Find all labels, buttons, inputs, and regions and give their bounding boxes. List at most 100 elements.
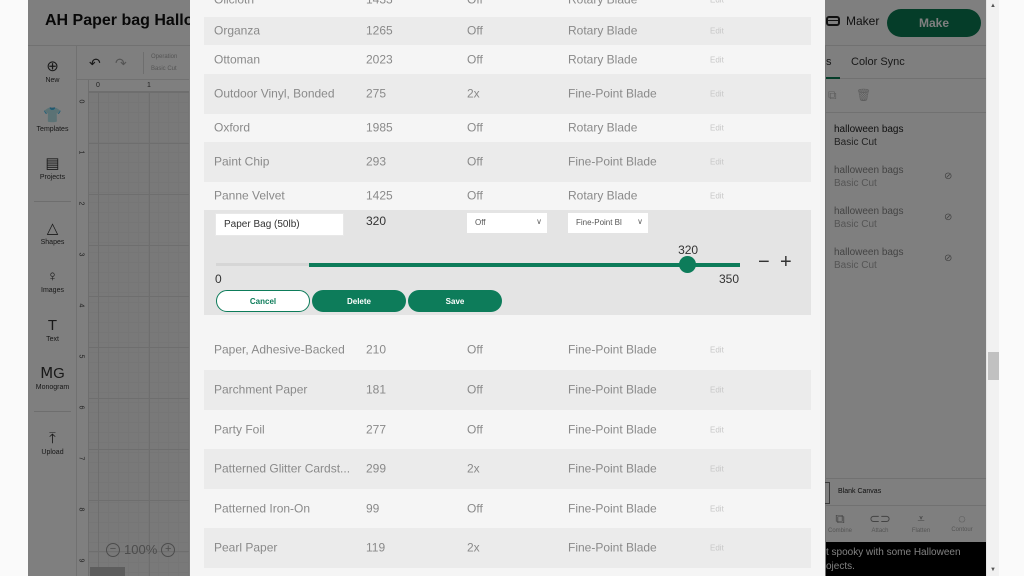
- material-name: Party Foil: [214, 422, 265, 436]
- material-name: Patterned Iron-On: [214, 501, 311, 515]
- material-blade: Fine-Point Blade: [568, 501, 657, 515]
- material-row: Oilcloth 1433 Off Rotary Blade Edit: [204, 0, 811, 10]
- scroll-down-arrow-icon[interactable]: ▼: [990, 567, 996, 573]
- material-pressure: 277: [366, 422, 387, 436]
- material-row: Paint Chip 293 Off Fine-Point Blade Edit: [204, 142, 811, 182]
- material-pressure: 1265: [366, 23, 393, 38]
- chevron-down-icon: ∨: [637, 217, 643, 226]
- material-row: Pearl Paper 119 2x Fine-Point Blade Edit: [204, 528, 811, 568]
- material-blade: Fine-Point Blade: [568, 382, 657, 397]
- material-pressure: 2023: [366, 52, 393, 66]
- material-name: Ottoman: [214, 52, 261, 66]
- edit-link[interactable]: Edit: [710, 120, 724, 137]
- slider-max-label: 350: [719, 272, 740, 286]
- material-name: Organza: [214, 23, 261, 38]
- material-multi-cut: Off: [467, 342, 483, 357]
- delete-button[interactable]: Delete: [312, 290, 406, 312]
- edit-link[interactable]: Edit: [710, 500, 724, 517]
- edit-link[interactable]: Edit: [710, 382, 724, 399]
- material-pressure: 299: [366, 461, 387, 476]
- edit-link[interactable]: Edit: [710, 540, 724, 557]
- edit-link[interactable]: Edit: [710, 23, 724, 40]
- material-multi-cut: Off: [467, 0, 483, 9]
- edit-link[interactable]: Edit: [710, 154, 724, 171]
- material-name: Patterned Glitter Cardst...: [214, 461, 351, 476]
- material-pressure: 1985: [366, 120, 393, 135]
- material-multi-cut: Off: [467, 154, 483, 169]
- material-name: Paper, Adhesive-Backed: [214, 342, 345, 357]
- material-row: Ottoman 2023 Off Rotary Blade Edit: [204, 45, 811, 74]
- material-multi-cut: Off: [467, 188, 483, 202]
- material-blade: Fine-Point Blade: [568, 540, 657, 555]
- slider-current-value: 320: [678, 243, 699, 257]
- material-blade: Fine-Point Blade: [568, 154, 657, 169]
- cancel-button[interactable]: Cancel: [216, 290, 310, 312]
- material-edit-row: 320 Off ∨ Fine-Point Bl ∨ 320 0 350 − + …: [204, 210, 811, 315]
- material-row: Patterned Glitter Cardst... 299 2x Fine-Poi…: [204, 449, 811, 489]
- page-vertical-scrollbar[interactable]: ▲ ▼: [986, 0, 999, 576]
- edit-link[interactable]: Edit: [710, 51, 724, 68]
- material-blade: Rotary Blade: [568, 120, 638, 135]
- material-blade: Fine-Point Blade: [568, 461, 657, 476]
- material-pressure: 1433: [366, 0, 393, 9]
- material-name: Panne Velvet: [214, 188, 285, 202]
- material-pressure: 181: [366, 382, 387, 397]
- slider-min-label: 0: [215, 272, 222, 286]
- material-blade: Rotary Blade: [568, 52, 638, 66]
- material-blade: Rotary Blade: [568, 0, 637, 9]
- decrease-pressure-button[interactable]: −: [758, 252, 770, 272]
- chevron-down-icon: ∨: [536, 217, 542, 226]
- material-pressure: 99: [366, 501, 380, 515]
- material-row: Paper, Adhesive-Backed 210 Off Fine-Point B…: [204, 330, 811, 370]
- screen: AH Paper bag Hallow Maker Make ⊕ New 👕 T…: [0, 0, 1024, 576]
- material-name: Oilcloth: [214, 0, 254, 9]
- increase-pressure-button[interactable]: +: [780, 252, 792, 272]
- material-name: Pearl Paper: [214, 540, 278, 555]
- material-multi-cut: Off: [467, 52, 483, 66]
- edit-link[interactable]: Edit: [710, 421, 724, 438]
- material-name-input[interactable]: [215, 213, 344, 236]
- edit-link[interactable]: Edit: [710, 86, 724, 103]
- material-multi-cut: Off: [467, 382, 483, 397]
- material-row: Panne Velvet 1425 Off Rotary Blade Edit: [204, 182, 811, 209]
- material-row: Outdoor Vinyl, Bonded 275 2x Fine-Point Bla…: [204, 74, 811, 114]
- multi-cut-selected: Off: [475, 218, 486, 227]
- material-multi-cut: 2x: [467, 540, 480, 555]
- scroll-thumb[interactable]: [988, 352, 999, 380]
- blade-select[interactable]: Fine-Point Bl ∨: [568, 213, 648, 233]
- material-pressure: 210: [366, 342, 387, 357]
- pressure-slider-fill: [309, 263, 740, 267]
- edit-link[interactable]: Edit: [710, 0, 724, 9]
- material-multi-cut: Off: [467, 501, 483, 515]
- material-blade: Fine-Point Blade: [568, 86, 657, 101]
- material-pressure: 119: [366, 540, 386, 555]
- material-multi-cut: Off: [467, 120, 483, 135]
- material-pressure: 275: [366, 86, 387, 101]
- material-name: Paint Chip: [214, 154, 270, 169]
- material-multi-cut: 2x: [467, 86, 480, 101]
- edit-link[interactable]: Edit: [710, 461, 724, 478]
- material-pressure: 293: [366, 154, 387, 169]
- material-row: Patterned Iron-On 99 Off Fine-Point Blade Ed…: [204, 489, 811, 528]
- material-multi-cut: Off: [467, 23, 483, 38]
- material-name: Outdoor Vinyl, Bonded: [214, 86, 335, 101]
- material-blade: Rotary Blade: [568, 23, 638, 38]
- material-row: Party Foil 277 Off Fine-Point Blade Edit: [204, 410, 811, 449]
- material-row: Oxford 1985 Off Rotary Blade Edit: [204, 114, 811, 142]
- multi-cut-select[interactable]: Off ∨: [467, 213, 547, 233]
- material-multi-cut: 2x: [467, 461, 480, 476]
- material-name: Oxford: [214, 120, 251, 135]
- blade-selected: Fine-Point Bl: [576, 218, 622, 227]
- material-multi-cut: Off: [467, 422, 483, 436]
- material-blade: Fine-Point Blade: [568, 342, 657, 357]
- pressure-value: 320: [366, 214, 387, 228]
- edit-link[interactable]: Edit: [710, 342, 724, 359]
- save-button[interactable]: Save: [408, 290, 502, 312]
- pressure-slider-thumb[interactable]: [679, 256, 697, 273]
- edit-link[interactable]: Edit: [710, 187, 724, 204]
- material-name: Parchment Paper: [214, 382, 308, 397]
- scroll-up-arrow-icon[interactable]: ▲: [990, 3, 996, 9]
- material-blade: Rotary Blade: [568, 188, 638, 202]
- material-blade: Fine-Point Blade: [568, 422, 657, 436]
- material-row: Parchment Paper 181 Off Fine-Point Blade Edi…: [204, 370, 811, 410]
